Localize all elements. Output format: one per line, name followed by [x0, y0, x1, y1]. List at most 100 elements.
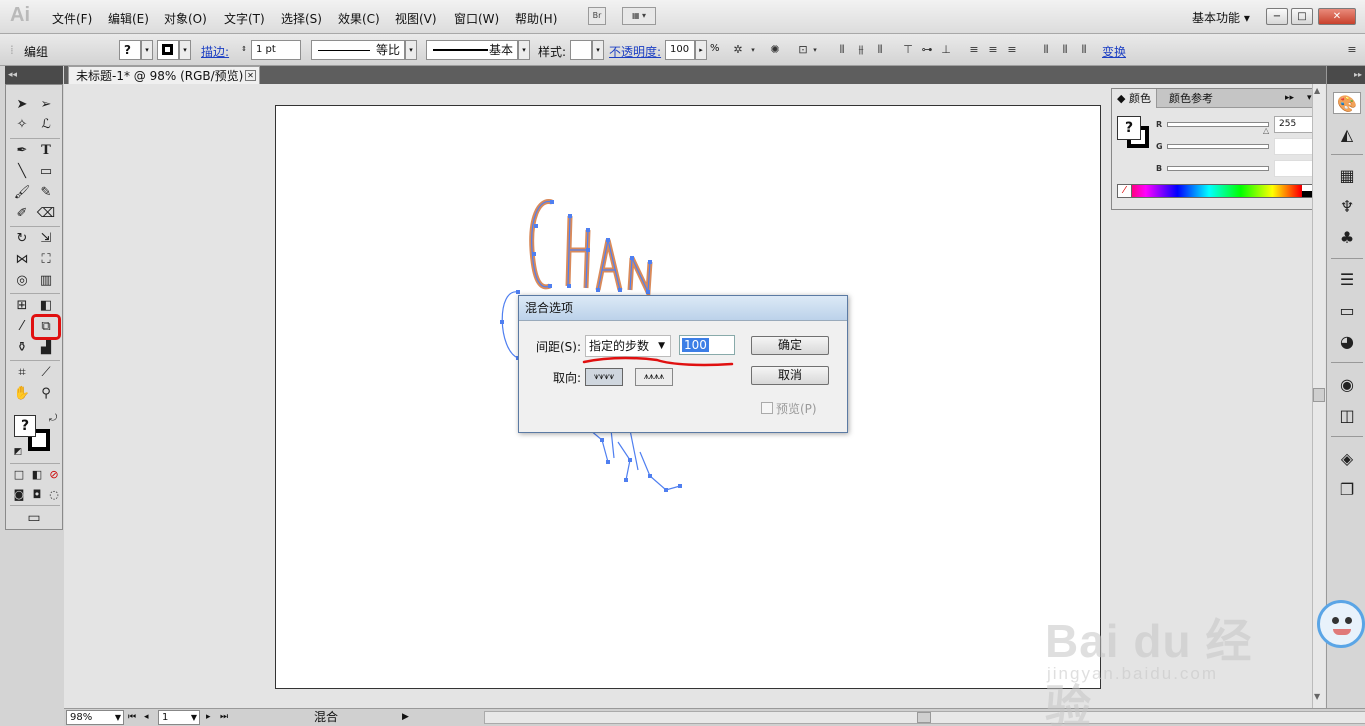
red-slider[interactable]	[1167, 122, 1269, 127]
stroke-panel-link[interactable]: 描边:	[201, 43, 229, 60]
minimize-button[interactable]: −	[1266, 8, 1288, 25]
isolate-dropdown-icon[interactable]: ▾	[811, 43, 819, 57]
cancel-button[interactable]: 取消	[751, 366, 829, 385]
graphic-styles-icon[interactable]: ◫	[1333, 405, 1361, 427]
artboards-icon[interactable]: ❐	[1333, 479, 1361, 501]
blob-brush-tool-icon[interactable]: ✐	[12, 205, 32, 223]
mascot-avatar-icon[interactable]	[1317, 600, 1365, 648]
magic-wand-tool-icon[interactable]: ✧	[12, 116, 32, 134]
previous-page-icon[interactable]: ◂	[144, 710, 149, 725]
column-graph-tool-icon[interactable]: ▟	[36, 339, 56, 357]
arrange-documents-icon[interactable]: ▦ ▾	[622, 7, 656, 25]
isolate-group-icon[interactable]: ⊡	[795, 43, 811, 57]
workspace-switcher[interactable]: 基本功能 ▾	[1192, 9, 1250, 26]
symbol-sprayer-tool-icon[interactable]: ⚱	[12, 339, 32, 357]
fill-color-box[interactable]: ?	[14, 415, 36, 437]
restore-button[interactable]: □	[1291, 8, 1313, 25]
distribute-top-icon[interactable]: ≡	[966, 43, 982, 57]
collapse-panel-icon[interactable]: ▸▸	[1280, 89, 1299, 108]
eyedropper-tool-icon[interactable]: ⁄	[12, 318, 32, 336]
swap-fill-stroke-icon[interactable]: ⤾	[46, 410, 60, 428]
screen-mode-icon[interactable]: ▭	[24, 509, 44, 527]
mesh-tool-icon[interactable]: ⊞	[12, 297, 32, 315]
stroke-weight-field[interactable]: 1 pt	[251, 40, 301, 60]
style-swatch[interactable]	[570, 40, 592, 60]
rotate-tool-icon[interactable]: ↻	[12, 230, 32, 248]
align-bottom-icon[interactable]: ⊥	[938, 43, 954, 57]
page-select[interactable]: 1 ▼	[158, 710, 200, 725]
appearance-icon[interactable]: ◉	[1333, 374, 1361, 396]
stroke-icon[interactable]: ☰	[1333, 269, 1361, 291]
red-slider-thumb-icon[interactable]: △	[1263, 126, 1269, 135]
menu-help[interactable]: 帮助(H)	[515, 10, 557, 27]
draw-normal-icon[interactable]: ◙	[9, 486, 29, 504]
recolor-artwork-icon[interactable]: ✲	[730, 43, 746, 57]
first-page-icon[interactable]: ⏮	[128, 710, 136, 725]
transform-panel-link[interactable]: 变换	[1102, 43, 1126, 60]
align-hcenter-icon[interactable]: ⫵	[853, 43, 869, 57]
opacity-panel-link[interactable]: 不透明度:	[609, 43, 661, 60]
align-right-icon[interactable]: ⫴	[872, 43, 888, 57]
gradient-icon[interactable]: ▭	[1333, 300, 1361, 322]
rectangle-tool-icon[interactable]: ▭	[36, 163, 56, 181]
eraser-tool-icon[interactable]: ⌫	[36, 205, 56, 223]
last-page-icon[interactable]: ⏭	[220, 710, 228, 725]
gradient-tool-icon[interactable]: ◧	[36, 297, 56, 315]
bridge-button[interactable]: Br	[588, 7, 606, 25]
preview-checkbox[interactable]	[761, 402, 773, 414]
menu-file[interactable]: 文件(F)	[52, 10, 92, 27]
green-value-field[interactable]	[1274, 138, 1316, 155]
blue-slider[interactable]	[1167, 166, 1269, 171]
zoom-select[interactable]: 98% ▼	[66, 710, 124, 725]
paintbrush-tool-icon[interactable]: 🖌	[12, 184, 32, 202]
brushes-icon[interactable]: ♆	[1333, 196, 1361, 218]
pen-tool-icon[interactable]: ✒	[12, 142, 32, 160]
none-color-icon[interactable]: ⁄	[1118, 185, 1132, 197]
stroke-swatch[interactable]	[157, 40, 179, 60]
color-guide-icon[interactable]: ◭	[1333, 124, 1361, 146]
vertical-scroll-thumb[interactable]	[1313, 388, 1325, 402]
fill-swatch[interactable]: ?	[119, 40, 141, 60]
scroll-up-icon[interactable]: ▲	[1314, 86, 1320, 95]
scroll-down-icon[interactable]: ▼	[1314, 692, 1320, 701]
menu-type[interactable]: 文字(T)	[224, 10, 265, 27]
perspective-grid-tool-icon[interactable]: ▥	[36, 272, 56, 290]
status-menu-icon[interactable]: ▶	[402, 710, 409, 725]
scale-tool-icon[interactable]: ⇲	[36, 230, 56, 248]
slice-tool-icon[interactable]: ⟋	[36, 364, 56, 382]
hand-tool-icon[interactable]: ✋	[12, 385, 32, 403]
distribute-bottom-icon[interactable]: ≡	[1004, 43, 1020, 57]
color-panel-icon[interactable]: 🎨	[1333, 92, 1361, 114]
next-page-icon[interactable]: ▸	[206, 710, 211, 725]
menu-edit[interactable]: 编辑(E)	[108, 10, 149, 27]
align-left-icon[interactable]: ⫴	[834, 43, 850, 57]
style-dropdown-icon[interactable]: ▾	[592, 40, 604, 60]
transparency-icon[interactable]: ◕	[1333, 331, 1361, 353]
toolbar-header[interactable]: ◂◂	[5, 66, 63, 84]
distribute-left-icon[interactable]: ⦀	[1038, 43, 1054, 57]
stroke-profile-select[interactable]: 等比	[311, 40, 405, 60]
menu-window[interactable]: 窗口(W)	[454, 10, 499, 27]
draw-inside-icon[interactable]: ◌	[44, 486, 64, 504]
brush-select[interactable]: 基本	[426, 40, 518, 60]
shape-builder-tool-icon[interactable]: ◎	[12, 272, 32, 290]
distribute-vcenter-icon[interactable]: ≡	[985, 43, 1001, 57]
close-window-button[interactable]: ✕	[1318, 8, 1356, 25]
menu-effect[interactable]: 效果(C)	[338, 10, 380, 27]
free-transform-tool-icon[interactable]: ⛶	[36, 251, 56, 269]
fill-color-swatch[interactable]: ?	[1117, 116, 1141, 140]
artboard-tool-icon[interactable]: ⌗	[12, 364, 32, 382]
opacity-dropdown-icon[interactable]: ▸	[695, 40, 707, 60]
symbols-icon[interactable]: ♣	[1333, 227, 1361, 249]
color-spectrum[interactable]: ⁄	[1117, 184, 1317, 198]
width-tool-icon[interactable]: ⋈	[12, 251, 32, 269]
selection-tool-icon[interactable]: ➤	[12, 96, 32, 114]
menu-select[interactable]: 选择(S)	[281, 10, 322, 27]
horizontal-scroll-thumb[interactable]	[917, 712, 931, 723]
tab-color-guide[interactable]: 颜色参考	[1164, 89, 1218, 108]
ok-button[interactable]: 确定	[751, 336, 829, 355]
opacity-field[interactable]: 100	[665, 40, 695, 60]
red-value-field[interactable]: 255	[1274, 116, 1316, 133]
lasso-tool-icon[interactable]: ℒ	[36, 116, 56, 134]
swatches-icon[interactable]: ▦	[1333, 165, 1361, 187]
